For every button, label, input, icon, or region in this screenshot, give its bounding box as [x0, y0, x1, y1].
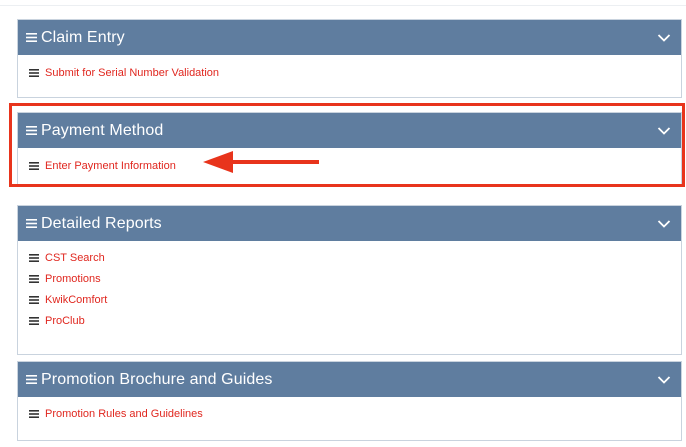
list-icon [29, 253, 39, 262]
panel-title: Promotion Brochure and Guides [41, 370, 273, 388]
panel-title: Claim Entry [41, 28, 125, 46]
link-enter-payment-information[interactable]: Enter Payment Information [45, 160, 176, 172]
panel-header-promotion-brochure[interactable]: Promotion Brochure and Guides [18, 362, 681, 397]
link-submit-serial-validation[interactable]: Submit for Serial Number Validation [45, 67, 219, 79]
panel-title: Detailed Reports [41, 214, 162, 232]
list-item: Promotions [29, 268, 681, 289]
panel-header-payment-method[interactable]: Payment Method [18, 113, 681, 148]
panel-body: Submit for Serial Number Validation [18, 55, 681, 97]
list-icon [26, 33, 37, 42]
list-icon [29, 161, 39, 170]
list-icon [29, 68, 39, 77]
panel-body: CST Search Promotions KwikComfort ProClu… [18, 241, 681, 354]
list-icon [29, 316, 39, 325]
list-item: Submit for Serial Number Validation [29, 62, 681, 83]
link-proclub[interactable]: ProClub [45, 315, 85, 327]
panel-body: Enter Payment Information [18, 148, 681, 186]
link-kwikcomfort[interactable]: KwikComfort [45, 294, 107, 306]
panel-claim-entry: Claim Entry Submit for Serial Number Val… [17, 19, 682, 98]
list-item: Promotion Rules and Guidelines [29, 403, 681, 424]
panel-title: Payment Method [41, 121, 164, 139]
panel-header-claim-entry[interactable]: Claim Entry [18, 20, 681, 55]
list-icon [29, 295, 39, 304]
chevron-down-icon[interactable] [657, 126, 671, 136]
list-item: KwikComfort [29, 289, 681, 310]
link-promotion-rules[interactable]: Promotion Rules and Guidelines [45, 408, 203, 420]
panel-payment-method: Payment Method Enter Payment Information [17, 112, 682, 187]
list-item: ProClub [29, 310, 681, 331]
panel-body: Promotion Rules and Guidelines [18, 397, 681, 440]
list-icon [26, 219, 37, 228]
link-cst-search[interactable]: CST Search [45, 252, 105, 264]
panel-promotion-brochure: Promotion Brochure and Guides Promotion … [17, 361, 682, 441]
chevron-down-icon[interactable] [657, 33, 671, 43]
chevron-down-icon[interactable] [657, 219, 671, 229]
link-promotions[interactable]: Promotions [45, 273, 101, 285]
panel-header-detailed-reports[interactable]: Detailed Reports [18, 206, 681, 241]
list-item: Enter Payment Information [29, 155, 681, 176]
list-icon [29, 274, 39, 283]
list-icon [29, 409, 39, 418]
list-icon [26, 126, 37, 135]
chevron-down-icon[interactable] [657, 375, 671, 385]
list-item: CST Search [29, 247, 681, 268]
list-icon [26, 375, 37, 384]
page-top-border [0, 0, 686, 6]
panel-detailed-reports: Detailed Reports CST Search Promotions K… [17, 205, 682, 355]
